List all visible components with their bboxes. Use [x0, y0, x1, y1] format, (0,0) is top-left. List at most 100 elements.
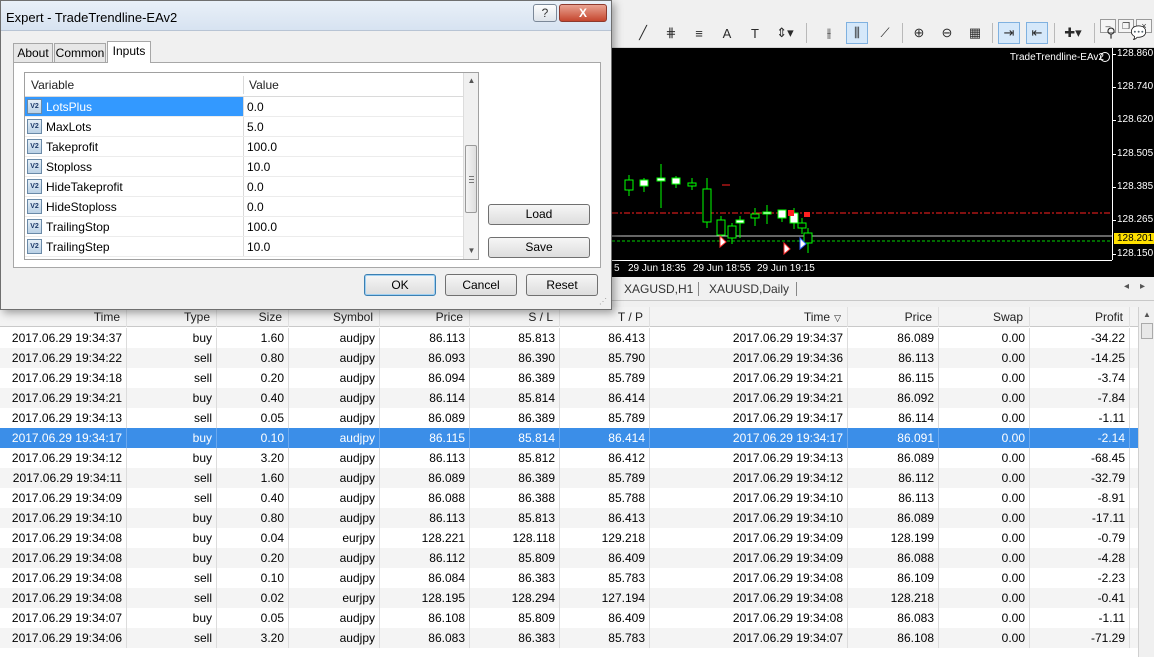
zoom-out-icon[interactable]: ⊖ — [936, 22, 958, 44]
cell-symbol: audjpy — [289, 408, 380, 428]
scroll-down-icon[interactable]: ▼ — [464, 243, 478, 259]
text-label-icon[interactable]: T — [744, 22, 766, 44]
chart-expert-title: TradeTrendline-EAv2 — [1009, 52, 1104, 63]
parameter-value[interactable]: 100.0 — [243, 217, 463, 236]
parameter-value[interactable]: 10.0 — [243, 157, 463, 176]
line-chart-icon[interactable]: ⟋ — [874, 22, 896, 44]
parameter-row[interactable]: V2 Takeprofit 100.0 — [25, 137, 463, 157]
cell-symbol: audjpy — [289, 628, 380, 648]
variable-column-header[interactable]: Variable — [25, 73, 74, 97]
column-header-price-open[interactable]: Price — [380, 307, 470, 327]
table-scrollbar[interactable]: ▲ — [1138, 307, 1154, 657]
table-row[interactable]: 2017.06.29 19:34:22 sell 0.80 audjpy 86.093 8… — [0, 348, 1138, 368]
ok-button[interactable]: OK — [364, 274, 436, 296]
parameter-row[interactable]: V2 HideTakeprofit 0.0 — [25, 177, 463, 197]
trend-line-icon[interactable]: ╱ — [632, 22, 654, 44]
scroll-up-icon[interactable]: ▲ — [464, 73, 478, 89]
column-header-swap[interactable]: Swap — [939, 307, 1030, 327]
price-chart[interactable]: TradeTrendline-EAv2 128.860 128.740 128.62… — [612, 48, 1154, 277]
column-header-size[interactable]: Size — [217, 307, 289, 327]
parameter-row[interactable]: V2 TrailingStop 100.0 — [25, 217, 463, 237]
save-button[interactable]: Save — [488, 237, 590, 258]
parameter-name: TrailingStop — [46, 220, 110, 234]
resize-grip-icon[interactable]: ⋰ — [599, 297, 609, 307]
table-row[interactable]: 2017.06.29 19:34:12 buy 3.20 audjpy 86.113 85… — [0, 448, 1138, 468]
load-button[interactable]: Load — [488, 204, 590, 225]
parameter-row[interactable]: V2 LotsPlus 0.0 — [25, 97, 463, 117]
candle-body — [762, 211, 772, 215]
help-button[interactable]: ? — [533, 4, 557, 22]
tile-windows-icon[interactable]: ▦ — [964, 22, 986, 44]
chart-plot[interactable] — [612, 48, 1112, 260]
column-header-price-close[interactable]: Price — [848, 307, 939, 327]
table-row[interactable]: 2017.06.29 19:34:08 buy 0.20 audjpy 86.112 85… — [0, 548, 1138, 568]
price-label: 128.150 — [1117, 248, 1154, 259]
scroll-thumb[interactable] — [1141, 323, 1153, 339]
column-header-take-profit[interactable]: T / P — [560, 307, 650, 327]
chart-shift-icon[interactable]: ⇤ — [1026, 22, 1048, 44]
table-row[interactable]: 2017.06.29 19:34:13 sell 0.05 audjpy 86.089 8… — [0, 408, 1138, 428]
auto-scroll-icon[interactable]: ⇥ — [998, 22, 1020, 44]
close-dialog-button[interactable]: X — [559, 4, 607, 22]
chart-tab-xagusd[interactable]: XAGUSD,H1 — [624, 282, 693, 296]
table-row[interactable]: 2017.06.29 19:34:07 buy 0.05 audjpy 86.108 85… — [0, 608, 1138, 628]
column-header-symbol[interactable]: Symbol — [289, 307, 380, 327]
parameter-value[interactable]: 0.0 — [243, 197, 463, 216]
tab-inputs[interactable]: Inputs — [107, 41, 151, 63]
column-header-profit[interactable]: Profit — [1030, 307, 1130, 327]
table-row[interactable]: 2017.06.29 19:34:08 sell 0.02 eurjpy 128.195… — [0, 588, 1138, 608]
parameter-value[interactable]: 100.0 — [243, 137, 463, 156]
table-row[interactable]: 2017.06.29 19:34:06 sell 3.20 audjpy 86.083 8… — [0, 628, 1138, 648]
fibonacci-icon[interactable]: ⋕ — [660, 22, 682, 44]
reset-button[interactable]: Reset — [526, 274, 598, 296]
table-row[interactable]: 2017.06.29 19:34:21 buy 0.40 audjpy 86.114 85… — [0, 388, 1138, 408]
parameter-row[interactable]: V2 MaxLots 5.0 — [25, 117, 463, 137]
parameter-value[interactable]: 10.0 — [243, 237, 463, 256]
parameters-scrollbar[interactable]: ▲ ▼ — [463, 73, 478, 259]
parameter-type-icon: V2 — [27, 159, 42, 174]
parameter-row[interactable]: V2 HideStoploss 0.0 — [25, 197, 463, 217]
parameter-name: MaxLots — [46, 120, 92, 134]
text-tool-icon[interactable]: A — [716, 22, 738, 44]
parameter-row[interactable]: V2 Stoploss 10.0 — [25, 157, 463, 177]
cell-time-open: 2017.06.29 19:34:08 — [0, 548, 127, 568]
tab-common[interactable]: Common — [54, 43, 106, 63]
table-row[interactable]: 2017.06.29 19:34:08 buy 0.04 eurjpy 128.221 1… — [0, 528, 1138, 548]
table-row[interactable]: 2017.06.29 19:34:18 sell 0.20 audjpy 86.094 8… — [0, 368, 1138, 388]
column-header-stop-loss[interactable]: S / L — [470, 307, 560, 327]
table-row[interactable]: 2017.06.29 19:34:17 buy 0.10 audjpy 86.115 85… — [0, 428, 1138, 448]
cell-price-open: 86.089 — [380, 408, 470, 428]
chat-icon[interactable]: 💬 — [1128, 22, 1150, 44]
table-row[interactable]: 2017.06.29 19:34:09 sell 0.40 audjpy 86.088 8… — [0, 488, 1138, 508]
scroll-up-icon[interactable]: ▲ — [1140, 307, 1154, 323]
column-header-time-close[interactable]: Time ▽ — [650, 307, 848, 327]
parameter-value[interactable]: 0.0 — [243, 177, 463, 196]
parameter-value[interactable]: 5.0 — [243, 117, 463, 136]
cell-time-close: 2017.06.29 19:34:21 — [650, 388, 848, 408]
bar-chart-icon[interactable]: ⫲ — [818, 22, 840, 44]
indicators-icon[interactable]: ✚▾ — [1062, 22, 1084, 44]
tab-scroll-left-icon[interactable]: ◂ — [1124, 281, 1129, 292]
cell-profit: -2.14 — [1030, 428, 1130, 448]
chart-tab-xauusd[interactable]: XAUUSD,Daily — [709, 282, 789, 296]
tab-scroll-right-icon[interactable]: ▸ — [1140, 281, 1145, 292]
column-header-time-open[interactable]: Time — [0, 307, 127, 327]
zoom-in-icon[interactable]: ⊕ — [908, 22, 930, 44]
search-icon[interactable]: ⚲ — [1100, 22, 1122, 44]
arrows-dropdown-icon[interactable]: ⇕▾ — [774, 22, 796, 44]
table-row[interactable]: 2017.06.29 19:34:08 sell 0.10 audjpy 86.084 8… — [0, 568, 1138, 588]
cell-stop-loss: 85.813 — [470, 328, 560, 348]
tab-about[interactable]: About — [13, 43, 53, 63]
dialog-titlebar[interactable]: Expert - TradeTrendline-EAv2 ? X — [1, 1, 611, 31]
table-row[interactable]: 2017.06.29 19:34:10 buy 0.80 audjpy 86.113 85… — [0, 508, 1138, 528]
table-row[interactable]: 2017.06.29 19:34:11 sell 1.60 audjpy 86.089 8… — [0, 468, 1138, 488]
candlestick-icon[interactable]: ⫼ — [846, 22, 868, 44]
cancel-button[interactable]: Cancel — [445, 274, 517, 296]
scroll-thumb[interactable] — [465, 145, 477, 213]
value-column-header[interactable]: Value — [243, 73, 279, 97]
channel-icon[interactable]: ≡ — [688, 22, 710, 44]
parameter-value[interactable]: 0.0 — [243, 97, 463, 116]
column-header-type[interactable]: Type — [127, 307, 217, 327]
parameter-row[interactable]: V2 TrailingStep 10.0 — [25, 237, 463, 257]
table-row[interactable]: 2017.06.29 19:34:37 buy 1.60 audjpy 86.113 85… — [0, 328, 1138, 348]
